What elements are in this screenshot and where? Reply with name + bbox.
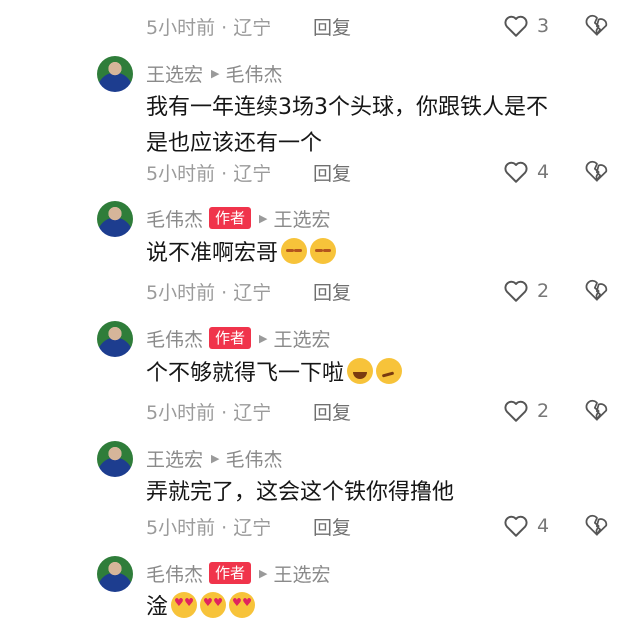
comment-author[interactable]: 毛伟杰 [146, 205, 203, 232]
dislike-button[interactable] [584, 398, 610, 426]
heart-outline-icon [504, 280, 528, 302]
reply-to-user[interactable]: 王选宏 [274, 325, 331, 352]
grin-sweat-face-emoji [347, 358, 374, 384]
comment-text: 弄就完了，这会这个铁你得撸他 [146, 475, 616, 511]
reply-to-user[interactable]: 毛伟杰 [225, 60, 282, 87]
author-badge: 作者 [209, 207, 252, 229]
triangle-right-icon: ▶ [259, 211, 268, 225]
heart-eyes-face-emoji [229, 592, 256, 618]
broken-heart-icon [585, 160, 608, 182]
comment-meta: 5小时前 · 辽宁 [146, 401, 272, 424]
author-badge: 作者 [209, 327, 252, 349]
broken-heart-icon [585, 279, 608, 301]
broken-heart-icon [585, 399, 608, 421]
smirk-face-emoji [376, 358, 403, 384]
like-button[interactable]: 4 [503, 159, 549, 185]
avatar[interactable] [97, 441, 133, 477]
reply-to-user[interactable]: 毛伟杰 [225, 445, 282, 472]
reply-button[interactable]: 回复 [313, 159, 351, 186]
dislike-button[interactable] [584, 13, 610, 41]
triangle-right-icon: ▶ [259, 331, 268, 345]
broken-heart-icon [585, 14, 608, 36]
comment-text-line: 我有一年连续3场3个头球，你跟铁人是不 [146, 95, 548, 120]
comment-text-line: 说不准啊宏哥 [146, 241, 279, 266]
like-count: 4 [537, 515, 550, 537]
comment-author[interactable]: 王选宏 [146, 445, 203, 472]
avatar[interactable] [97, 556, 133, 592]
heart-outline-icon [504, 400, 528, 422]
avatar[interactable] [97, 56, 133, 92]
comment-author[interactable]: 毛伟杰 [146, 560, 203, 587]
reply-button[interactable]: 回复 [313, 398, 351, 425]
heart-eyes-face-emoji [171, 592, 198, 618]
dislike-button[interactable] [584, 159, 610, 187]
comment-meta: 5小时前 · 辽宁 [146, 162, 272, 185]
like-button[interactable]: 2 [503, 278, 549, 304]
like-button[interactable]: 2 [503, 398, 549, 424]
reply-to-user[interactable]: 王选宏 [274, 560, 331, 587]
comment-author[interactable]: 毛伟杰 [146, 325, 203, 352]
comment-text-line: 个不够就得飞一下啦 [146, 361, 345, 386]
dislike-button[interactable] [584, 513, 610, 541]
like-count: 2 [537, 400, 550, 422]
comment-meta: 5小时前 · 辽宁 [146, 16, 272, 39]
reply-button[interactable]: 回复 [313, 13, 351, 40]
comment-author[interactable]: 王选宏 [146, 60, 203, 87]
avatar[interactable] [97, 201, 133, 237]
comment-meta: 5小时前 · 辽宁 [146, 281, 272, 304]
author-badge: 作者 [209, 562, 252, 584]
like-button[interactable]: 3 [503, 13, 549, 39]
broken-heart-icon [585, 514, 608, 536]
comment-text: 说不准啊宏哥 [146, 236, 616, 272]
reply-to-user[interactable]: 王选宏 [274, 205, 331, 232]
like-count: 3 [537, 15, 550, 37]
dislike-button[interactable] [584, 278, 610, 306]
heart-outline-icon [504, 515, 528, 537]
triangle-right-icon: ▶ [211, 66, 220, 80]
like-count: 2 [537, 280, 550, 302]
heart-outline-icon [504, 161, 528, 183]
triangle-right-icon: ▶ [259, 566, 268, 580]
comment-text: 淦 [146, 590, 616, 626]
comment-text-line: 是也应该还有一个 [146, 131, 323, 156]
like-button[interactable]: 4 [503, 513, 549, 539]
reply-button[interactable]: 回复 [313, 278, 351, 305]
reply-button[interactable]: 回复 [313, 513, 351, 540]
comment-text-line: 淦 [146, 595, 169, 620]
shy-face-emoji [310, 238, 337, 264]
comment-text: 我有一年连续3场3个头球，你跟铁人是不 是也应该还有一个 [146, 90, 616, 162]
comment-text-line: 弄就完了，这会这个铁你得撸他 [146, 480, 455, 505]
heart-outline-icon [504, 15, 528, 37]
like-count: 4 [537, 161, 550, 183]
comment-meta: 5小时前 · 辽宁 [146, 516, 272, 539]
avatar[interactable] [97, 321, 133, 357]
comment-text: 个不够就得飞一下啦 [146, 356, 616, 392]
heart-eyes-face-emoji [200, 592, 227, 618]
shy-face-emoji [281, 238, 308, 264]
triangle-right-icon: ▶ [211, 451, 220, 465]
